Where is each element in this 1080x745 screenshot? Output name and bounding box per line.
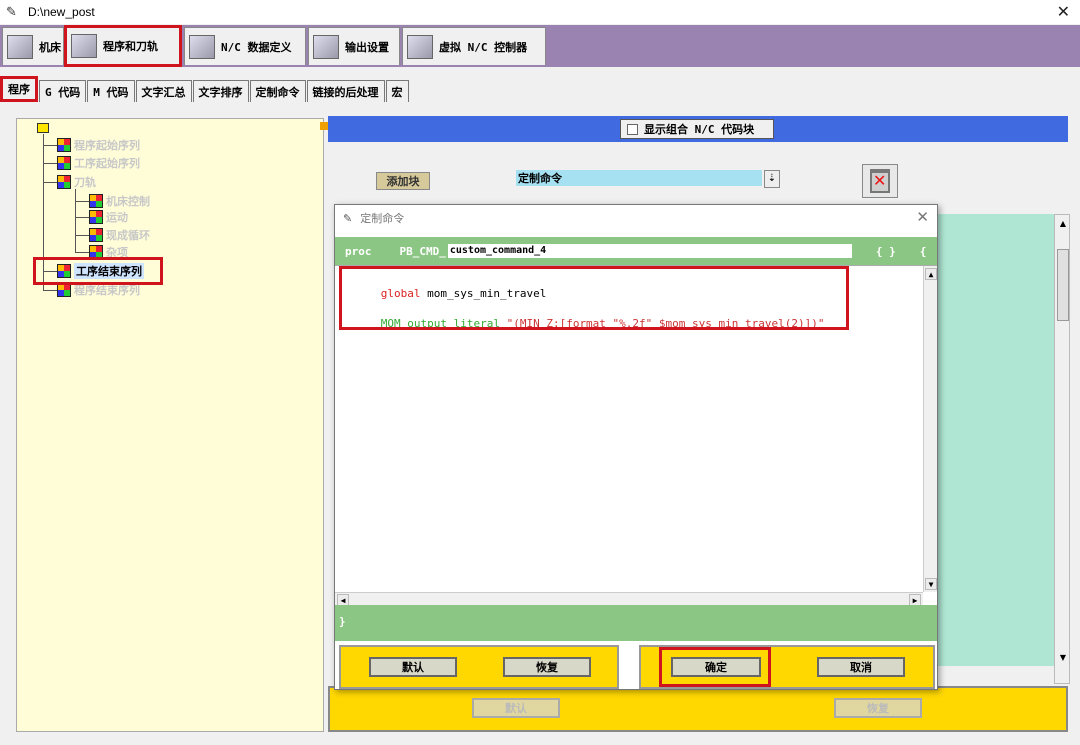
cancel-button[interactable]: 取消: [817, 657, 905, 677]
tree-line: [43, 163, 57, 164]
proc-header: proc PB_CMD_ custom_command_4 { } {: [335, 237, 937, 265]
highlight-box: [33, 257, 163, 285]
highlight-box: [339, 266, 849, 330]
tree-line: [43, 145, 57, 146]
block-type-select[interactable]: 定制命令: [516, 170, 762, 186]
tree-line: [75, 189, 76, 253]
dialog-title-bar: ✎ 定制命令 ✕: [335, 205, 937, 231]
tree-node-canned-cycles[interactable]: 现成循环: [89, 227, 150, 243]
main-tab-strip: 机床 程序和刀轨 N/C 数据定义 输出设置 虚拟 N/C 控制器: [0, 25, 1080, 67]
tree-node-toolpath[interactable]: 刀轨: [57, 174, 96, 190]
right-scrollbar[interactable]: ▲ ▼: [1054, 214, 1070, 684]
tree-node-motion[interactable]: 运动: [89, 209, 128, 225]
tree-line: [43, 182, 57, 183]
toolpath-icon: [71, 34, 97, 58]
tab-program-toolpath[interactable]: 程序和刀轨: [64, 25, 182, 67]
dropdown-arrow-icon[interactable]: ⇣: [764, 170, 780, 188]
proc-name-input[interactable]: custom_command_4: [447, 244, 852, 258]
scroll-down-icon[interactable]: ▼: [925, 578, 937, 590]
block-icon: [57, 175, 71, 189]
code-hscroll[interactable]: ◀ ▶: [335, 592, 923, 606]
tab-label: 输出设置: [345, 40, 389, 54]
tree-node-machine-control[interactable]: 机床控制: [89, 193, 150, 209]
tab-label: 程序和刀轨: [103, 40, 158, 53]
close-dialog-button[interactable]: ✕: [916, 208, 929, 226]
block-canvas: [938, 214, 1054, 666]
code-vscroll[interactable]: ▲ ▼: [923, 266, 937, 592]
combo-toggle-label: 显示组合 N/C 代码块: [644, 123, 755, 136]
highlight-box: [659, 647, 771, 687]
trash-icon: ✕: [870, 169, 890, 193]
dialog-footer: 默认 恢复 确定 取消: [335, 641, 937, 689]
scroll-down-icon[interactable]: ▼: [1057, 651, 1069, 665]
combined-nc-block-toggle[interactable]: 显示组合 N/C 代码块: [620, 119, 774, 139]
tree-line: [75, 235, 89, 236]
title-bar: ✎ D:\new_post ✕: [0, 0, 1080, 24]
tree-line: [75, 217, 89, 218]
folder-icon[interactable]: [37, 123, 49, 133]
tab-label: 虚拟 N/C 控制器: [439, 40, 528, 54]
button-group-right: 确定 取消: [639, 645, 935, 689]
data-definition-icon: [189, 34, 215, 59]
block-icon: [89, 194, 103, 208]
proc-close-brace: }: [335, 605, 937, 641]
proc-brace-cut: {: [919, 244, 927, 258]
subtab-word-sequencing[interactable]: 文字排序: [192, 80, 249, 102]
subtab-m-code[interactable]: M 代码: [87, 80, 135, 102]
subtab-g-code[interactable]: G 代码: [39, 80, 87, 102]
feather-icon: ✎: [343, 211, 353, 225]
machine-icon: [7, 34, 33, 59]
block-icon: [89, 210, 103, 224]
tab-nc-data-definition[interactable]: N/C 数据定义: [184, 27, 306, 65]
block-icon: [57, 283, 71, 297]
subtab-program[interactable]: 程序: [0, 76, 38, 102]
feather-icon: ✎: [6, 4, 17, 20]
sequence-tree-panel: 程序起始序列 工序起始序列 刀轨 机床控制 运动 现成循环 杂项 工序结束序列 …: [16, 118, 324, 732]
tab-label: N/C 数据定义: [221, 40, 292, 54]
sub-tab-strip: 程序 G 代码 M 代码 文字汇总 文字排序 定制命令 链接的后处理 宏: [0, 76, 410, 102]
block-icon: [89, 228, 103, 242]
custom-command-dialog: ✎ 定制命令 ✕ proc PB_CMD_ custom_command_4 {…: [334, 204, 938, 690]
dialog-restore-button[interactable]: 恢复: [503, 657, 591, 677]
proc-prefix: PB_CMD_: [399, 244, 446, 258]
checkbox-icon[interactable]: [627, 123, 638, 135]
tab-virtual-nc-controller[interactable]: 虚拟 N/C 控制器: [402, 27, 546, 65]
tree-node-operation-start[interactable]: 工序起始序列: [57, 155, 140, 171]
tree-line: [75, 252, 89, 253]
close-window-button[interactable]: ✕: [1057, 2, 1070, 21]
proc-keyword: proc: [345, 244, 372, 258]
tab-output-settings[interactable]: 输出设置: [308, 27, 400, 65]
subtab-linked-posts[interactable]: 链接的后处理: [306, 80, 385, 102]
subtab-custom-command[interactable]: 定制命令: [249, 80, 306, 102]
scroll-up-icon[interactable]: ▲: [1057, 217, 1069, 231]
delete-x-icon: ✕: [873, 171, 887, 190]
restore-button[interactable]: 恢复: [834, 698, 922, 718]
tree-line: [75, 201, 89, 202]
scroll-thumb[interactable]: [1057, 249, 1069, 321]
tree-line: [43, 290, 57, 291]
printer-icon: [313, 34, 339, 59]
trash-bin-button[interactable]: ✕: [862, 164, 898, 198]
dialog-default-button[interactable]: 默认: [369, 657, 457, 677]
default-button[interactable]: 默认: [472, 698, 560, 718]
tab-label: 机床: [39, 40, 61, 54]
tree-node-program-start[interactable]: 程序起始序列: [57, 137, 140, 153]
splitter-handle[interactable]: [320, 122, 328, 130]
dialog-title: 定制命令: [360, 212, 405, 225]
proc-braces: { }: [875, 244, 896, 258]
bottom-button-bar: 默认 恢复: [328, 686, 1068, 732]
block-icon: [57, 138, 71, 152]
subtab-word-summary[interactable]: 文字汇总: [135, 80, 192, 102]
button-group-left: 默认 恢复: [339, 645, 619, 689]
window-title: D:\new_post: [28, 5, 95, 19]
subtab-macro[interactable]: 宏: [385, 80, 409, 102]
tab-machine[interactable]: 机床: [2, 27, 64, 65]
add-block-button[interactable]: 添加块: [376, 172, 430, 190]
controller-icon: [407, 34, 433, 59]
block-icon: [57, 156, 71, 170]
scroll-up-icon[interactable]: ▲: [925, 268, 937, 280]
code-editor[interactable]: global mom_sys_min_travel MOM_output_lit…: [335, 265, 937, 606]
